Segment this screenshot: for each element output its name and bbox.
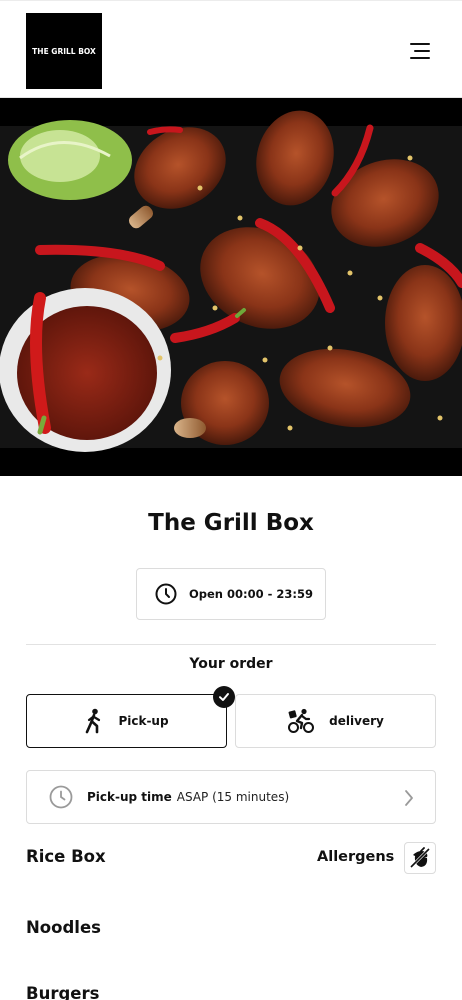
- selected-checkmark-icon: [213, 686, 235, 708]
- logo-text: THE GRILL BOX: [32, 46, 96, 56]
- delivery-option-button[interactable]: delivery: [235, 694, 436, 748]
- category-rice-box[interactable]: Rice Box: [26, 847, 106, 866]
- hero-food-image: [0, 98, 462, 476]
- chevron-right-icon: [405, 790, 413, 806]
- hamburger-menu-button[interactable]: [404, 39, 434, 63]
- restaurant-name: The Grill Box: [148, 510, 314, 536]
- nut-allergen-icon: [409, 847, 431, 869]
- restaurant-logo[interactable]: THE GRILL BOX: [26, 13, 102, 89]
- allergens-label[interactable]: Allergens: [317, 849, 394, 865]
- opening-hours-badge: Open 00:00 - 23:59: [136, 568, 326, 620]
- your-order-heading: Your order: [189, 656, 273, 672]
- menu-bar-middle: [414, 49, 430, 53]
- menu-bar-bottom: [410, 56, 430, 59]
- clock-icon: [49, 785, 73, 809]
- pickup-option-label: Pick-up: [118, 714, 169, 728]
- section-divider: [26, 644, 436, 645]
- hero-food-illustration: [0, 98, 462, 476]
- allergens-button[interactable]: [404, 842, 436, 874]
- pickup-time-selector[interactable]: Pick-up time ASAP (15 minutes): [26, 770, 436, 824]
- opening-hours-text: Open 00:00 - 23:59: [189, 587, 313, 601]
- walking-person-icon: [86, 708, 101, 734]
- category-burgers[interactable]: Burgers: [26, 984, 99, 1000]
- delivery-option-label: delivery: [329, 714, 384, 728]
- bicycle-courier-icon: [288, 708, 315, 733]
- pickup-option-button[interactable]: Pick-up: [26, 694, 227, 748]
- top-bar: THE GRILL BOX: [0, 0, 462, 98]
- pickup-time-label: Pick-up time: [87, 790, 172, 804]
- clock-icon: [155, 583, 177, 605]
- pickup-time-value: ASAP (15 minutes): [176, 790, 290, 804]
- category-noodles[interactable]: Noodles: [26, 918, 101, 937]
- menu-bar-top: [410, 43, 430, 46]
